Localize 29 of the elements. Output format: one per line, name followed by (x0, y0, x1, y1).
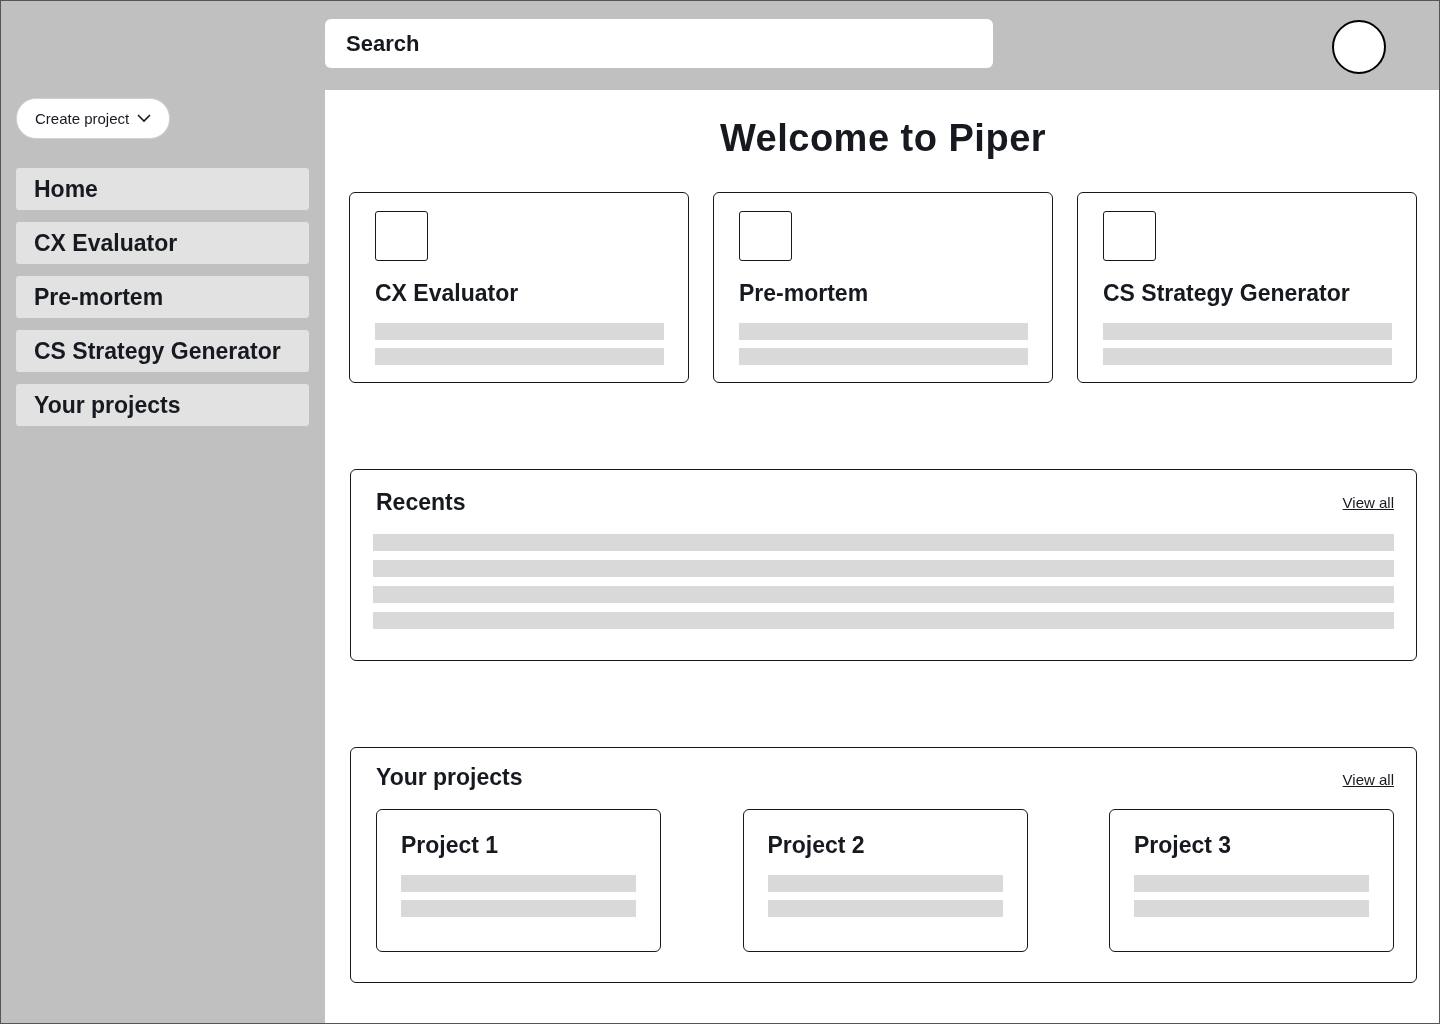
create-project-button[interactable]: Create project (16, 98, 171, 139)
card-title: CS Strategy Generator (1103, 279, 1351, 307)
chevron-down-icon (137, 114, 152, 123)
icon-placeholder (739, 211, 792, 261)
section-title: Recents (376, 488, 466, 516)
sidebar-item[interactable]: Home (16, 168, 309, 210)
avatar-circle[interactable] (1332, 20, 1386, 74)
card-title: Project 1 (401, 831, 500, 859)
tool-card[interactable]: CX Evaluator (349, 192, 689, 383)
tool-card[interactable]: CS Strategy Generator (1077, 192, 1417, 383)
page-title: Welcome to Piper (719, 116, 1047, 161)
card-title: Project 2 (767, 831, 866, 859)
project-card[interactable]: Project 3 (1109, 809, 1394, 952)
icon-placeholder (375, 211, 428, 261)
card-title: CX Evaluator (375, 279, 520, 307)
view-all-link[interactable]: View all (1342, 493, 1394, 511)
section-title: Your projects (376, 763, 523, 791)
sidebar-item[interactable]: CS Strategy Generator (16, 330, 309, 372)
project-card[interactable]: Project 1 (376, 809, 661, 952)
sidebar-item[interactable]: CX Evaluator (16, 222, 309, 264)
search-field[interactable]: Search (325, 19, 993, 68)
tool-card[interactable]: Pre-mortem (713, 192, 1053, 383)
icon-placeholder (1103, 211, 1156, 261)
project-card[interactable]: Project 2 (742, 809, 1028, 952)
view-all-link[interactable]: View all (1342, 770, 1394, 788)
sidebar-item[interactable]: Your projects (16, 384, 309, 426)
card-title: Project 3 (1134, 831, 1233, 859)
sidebar-item[interactable]: Pre-mortem (16, 276, 309, 318)
card-title: Pre-mortem (739, 279, 870, 307)
